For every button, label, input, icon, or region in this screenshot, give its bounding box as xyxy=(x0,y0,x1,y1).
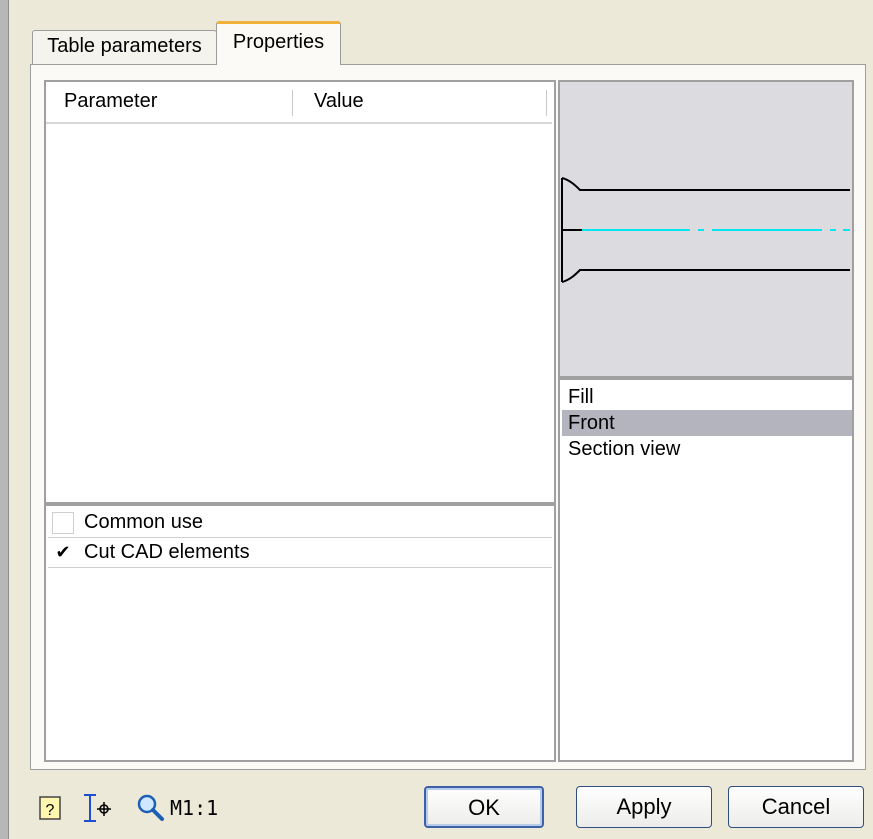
option-common-use[interactable]: Common use xyxy=(48,508,552,538)
dimension-cursor-icon xyxy=(84,794,111,822)
svg-text:?: ? xyxy=(46,802,55,819)
zoom-icon xyxy=(137,794,164,821)
parameter-table[interactable]: Parameter Value xyxy=(44,80,556,504)
preview-area xyxy=(558,80,854,378)
help-icon: ? xyxy=(39,796,61,820)
view-type-list[interactable]: Fill Front Section view xyxy=(558,378,854,762)
view-item-front[interactable]: Front xyxy=(562,410,852,436)
ok-button[interactable]: OK xyxy=(424,786,544,828)
column-separator[interactable] xyxy=(292,90,293,116)
preview-upper-outline xyxy=(561,177,850,191)
preview-lower-outline xyxy=(561,269,850,283)
tab-table-parameters[interactable]: Table parameters xyxy=(32,30,217,64)
option-label: Cut CAD elements xyxy=(84,541,250,563)
options-list: Common use ✔ Cut CAD elements xyxy=(44,504,556,762)
profile-preview-drawing xyxy=(561,177,850,283)
column-separator[interactable] xyxy=(546,90,547,116)
window-frame-edge xyxy=(0,0,9,839)
view-item-section-view[interactable]: Section view xyxy=(562,436,852,462)
apply-button[interactable]: Apply xyxy=(576,786,712,828)
option-cut-cad-elements[interactable]: ✔ Cut CAD elements xyxy=(48,538,552,568)
common-use-checkbox[interactable] xyxy=(52,512,74,534)
column-header-value[interactable]: Value xyxy=(314,90,364,113)
column-header-parameter[interactable]: Parameter xyxy=(64,90,157,113)
zoom-scale-label: M1:1 xyxy=(170,796,219,820)
option-label: Common use xyxy=(84,511,203,533)
help-button[interactable]: ? xyxy=(36,789,66,825)
view-item-fill[interactable]: Fill xyxy=(562,384,852,410)
zoom-button[interactable] xyxy=(134,789,166,825)
cut-cad-elements-checkbox[interactable]: ✔ xyxy=(52,542,74,564)
cancel-button[interactable]: Cancel xyxy=(728,786,864,828)
table-header: Parameter Value xyxy=(46,82,552,124)
dimension-cursor-button[interactable] xyxy=(80,789,111,825)
tab-properties[interactable]: Properties xyxy=(216,21,341,65)
